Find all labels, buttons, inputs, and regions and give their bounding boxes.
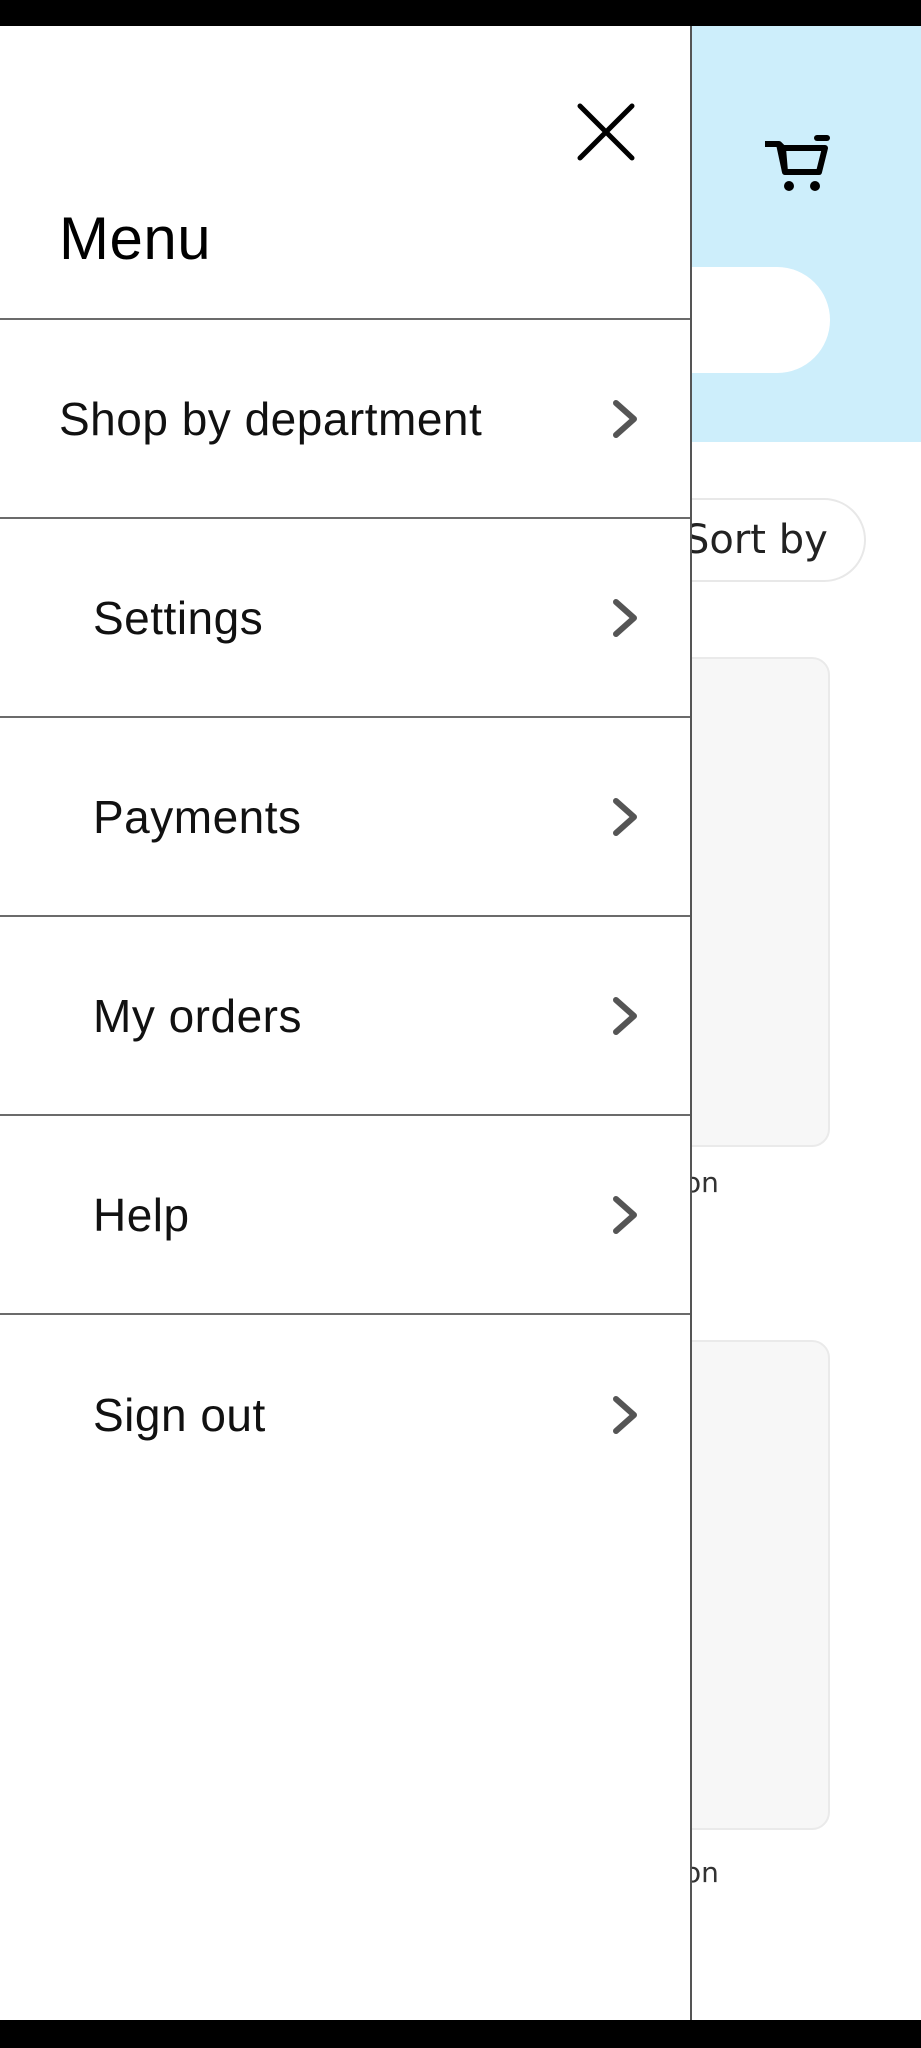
menu-item-shop-by-department[interactable]: Shop by department [0,320,690,519]
menu-item-label: Payments [93,790,302,843]
chevron-right-icon [613,996,637,1035]
menu-item-label: My orders [93,989,302,1042]
menu-item-help[interactable]: Help [0,1116,690,1315]
cart-button[interactable] [756,124,836,204]
chevron-right-icon [613,399,637,438]
menu-item-my-orders[interactable]: My orders [0,917,690,1116]
close-button[interactable] [566,92,646,172]
shopping-cart-icon [765,135,830,191]
side-menu-drawer: Menu Shop by department Settings Payment… [0,26,692,2020]
chevron-right-icon [613,1195,637,1234]
menu-item-label: Shop by department [59,392,483,445]
menu-item-label: Settings [93,591,264,644]
menu-item-settings[interactable]: Settings [0,519,690,718]
chevron-right-icon [613,1395,637,1434]
close-icon [577,103,635,161]
sort-label: Sort by [684,517,828,563]
drawer-header: Menu [0,26,690,320]
chevron-right-icon [613,598,637,637]
menu-item-sign-out[interactable]: Sign out [0,1315,690,1514]
drawer-title: Menu [59,205,212,272]
menu-item-label: Sign out [93,1388,266,1441]
menu-item-payments[interactable]: Payments [0,718,690,917]
menu-item-label: Help [93,1188,190,1241]
bottom-bar [0,2020,921,2048]
chevron-right-icon [613,797,637,836]
